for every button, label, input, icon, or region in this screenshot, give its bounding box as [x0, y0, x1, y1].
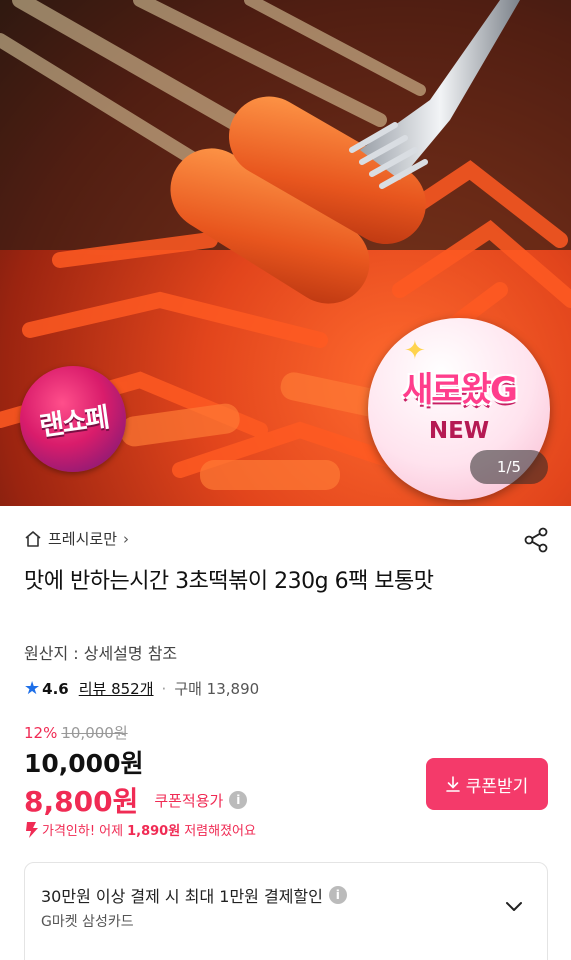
price-drop-notice: 가격인하! 어제 1,890원 저렴해졌어요 — [24, 820, 256, 839]
rating-row: ★ 4.6 리뷰 852개 · 구매 13,890 — [24, 678, 259, 699]
card-discount-accordion[interactable]: 30만원 이상 결제 시 최대 1만원 결제할인 i G마켓 삼성카드 — [24, 862, 548, 960]
get-coupon-label: 쿠폰받기 — [465, 776, 529, 797]
info-icon[interactable]: i — [229, 791, 248, 809]
discount-row: 12% 10,000원 — [24, 722, 128, 743]
chevron-down-icon[interactable] — [503, 895, 525, 917]
price-down-arrow-icon — [26, 821, 38, 838]
info-icon[interactable]: i — [328, 886, 347, 904]
coupon-price-label: 쿠폰적용가 — [154, 791, 224, 810]
star-icon: ★ — [24, 678, 41, 699]
coupon-price: 8,800원 — [24, 785, 139, 818]
home-icon — [25, 530, 41, 547]
download-icon — [445, 776, 460, 792]
product-title: 맛에 반하는시간 3초떡볶이 230g 6팩 보통맛 — [24, 569, 434, 594]
discount-rate: 12% — [24, 723, 58, 742]
promo-badge-left: 랜쇼페 — [20, 366, 126, 472]
promo-badge-left-text: 랜쇼페 — [37, 401, 110, 443]
separator: · — [161, 679, 167, 698]
price-drop-amount: 1,890원 — [127, 824, 181, 839]
chevron-right-icon: › — [123, 529, 130, 548]
new-badge-label: NEW — [428, 418, 490, 444]
price-drop-prefix: 가격인하! 어제 — [42, 824, 124, 839]
card-offer-card-name: G마켓 삼성카드 — [41, 914, 134, 930]
price-drop-suffix: 저렴해졌어요 — [184, 824, 256, 839]
rating-score: 4.6 — [42, 679, 69, 698]
origin-info: 원산지 : 상세설명 참조 — [24, 644, 178, 663]
original-price: 10,000원 — [61, 724, 128, 742]
seller-breadcrumb[interactable]: 프레시로만 › — [24, 528, 129, 549]
card-offer-title: 30만원 이상 결제 시 최대 1만원 결제할인 — [41, 887, 323, 906]
review-link[interactable]: 리뷰 852개 — [79, 678, 154, 699]
share-icon[interactable] — [522, 526, 550, 554]
purchase-count: 구매 13,890 — [174, 680, 260, 698]
seller-name: 프레시로만 — [48, 530, 118, 548]
sale-price: 10,000원 — [24, 749, 144, 778]
get-coupon-button[interactable]: 쿠폰받기 — [426, 758, 548, 810]
new-badge-title: 새로왔G — [402, 370, 518, 410]
product-image-gallery[interactable]: 랜쇼페 ✦ 새로왔G NEW 1/5 — [0, 0, 571, 506]
image-counter: 1/5 — [470, 450, 548, 484]
card-offer-title-row: 30만원 이상 결제 시 최대 1만원 결제할인 i — [41, 883, 347, 907]
coupon-price-row: 8,800원 쿠폰적용가 i — [24, 780, 248, 820]
